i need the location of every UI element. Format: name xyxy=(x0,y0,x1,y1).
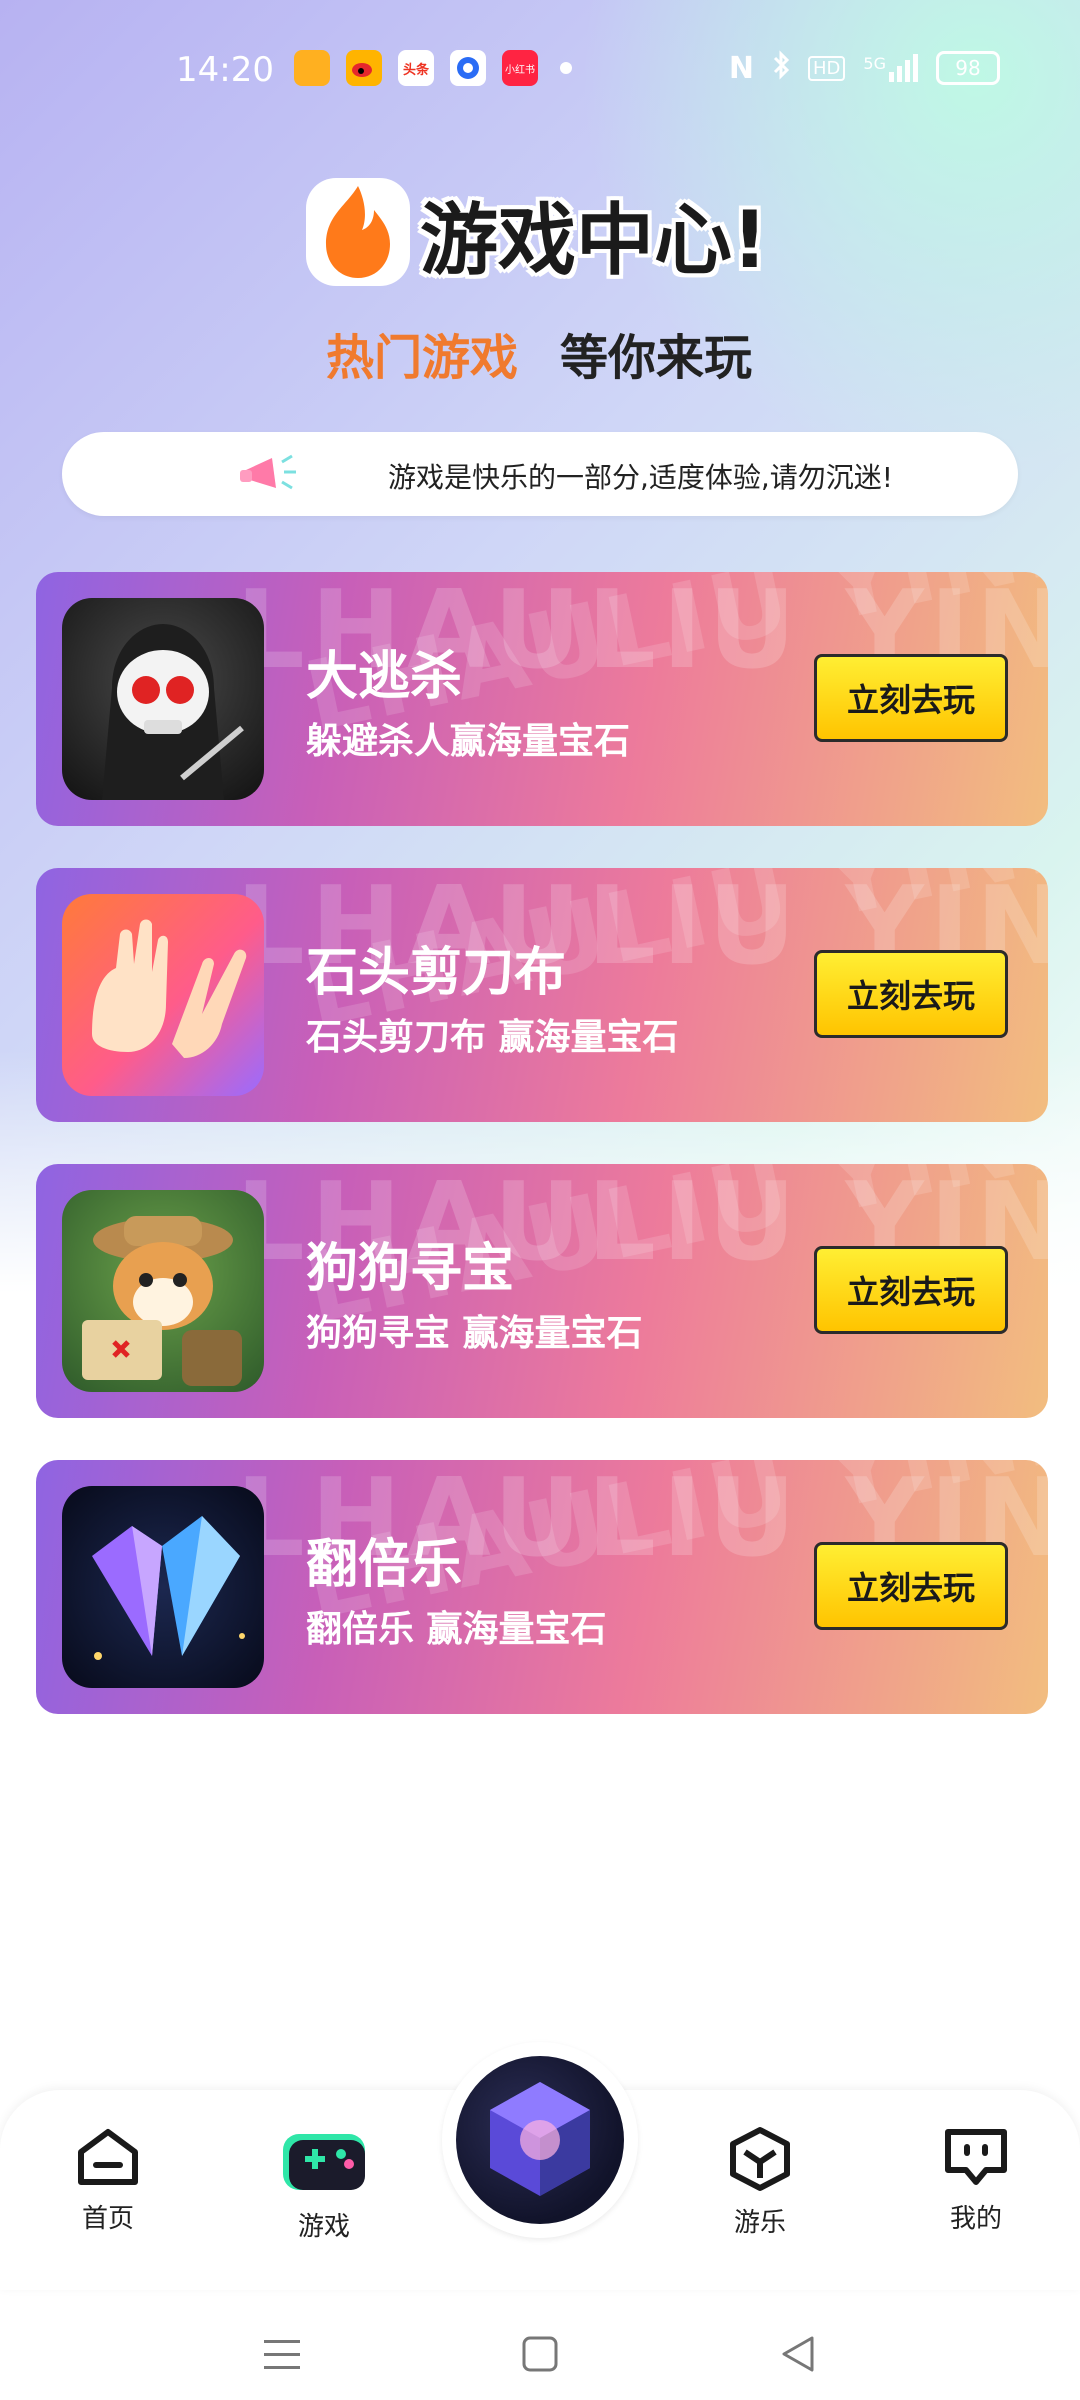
signal-5g-icon: 5G xyxy=(863,54,918,82)
game-title: 翻倍乐 xyxy=(306,1535,463,1595)
battery-indicator: 98 xyxy=(936,51,1000,85)
rock-paper-scissors-thumbnail xyxy=(62,894,264,1096)
notice-text: 游戏是快乐的一部分,适度体验,请勿沉迷! xyxy=(388,461,894,494)
double-up-thumbnail xyxy=(62,1486,264,1688)
more-notifications-dot xyxy=(560,62,572,74)
profile-icon xyxy=(945,2129,1007,2185)
home-icon xyxy=(78,2129,138,2185)
hd-icon: HD xyxy=(808,55,846,81)
game-description: 翻倍乐 赢海量宝石 xyxy=(306,1609,607,1650)
nav-fun[interactable]: 游乐 xyxy=(680,2126,840,2239)
nav-mine[interactable]: 我的 xyxy=(896,2126,1056,2235)
nav-games-label: 游戏 xyxy=(297,2212,350,2242)
megaphone-icon xyxy=(240,454,296,490)
gem-orb xyxy=(456,2056,624,2224)
nav-mine-label: 我的 xyxy=(949,2204,1002,2234)
dog-treasure-thumbnail xyxy=(62,1190,264,1392)
nav-fun-label: 游乐 xyxy=(733,2208,786,2238)
network-type: 5G xyxy=(863,54,886,73)
flame-logo-icon xyxy=(306,178,410,286)
subtitle-hot-games: 热门游戏 xyxy=(326,330,519,386)
cube-icon xyxy=(730,2127,790,2191)
game-title: 大逃杀 xyxy=(306,647,463,707)
game-card-rock-paper-scissors[interactable]: LHAULIU YINLI LHAULIU YINLI 石头剪刀布 石头剪刀布 … xyxy=(36,868,1048,1122)
game-card-double-up[interactable]: LHAULIU YINLI LHAULIU YINLI 翻倍乐 翻倍乐 赢海量宝… xyxy=(36,1460,1048,1714)
weibo-icon xyxy=(346,50,382,86)
play-now-button[interactable]: 立刻去玩 xyxy=(814,1542,1008,1630)
play-now-button[interactable]: 立刻去玩 xyxy=(814,654,1008,742)
home-square-icon[interactable] xyxy=(522,2334,558,2374)
game-card-dog-treasure[interactable]: LHAULIU YINLI LHAULIU YINLI 狗狗寻宝 狗狗寻宝 赢海… xyxy=(36,1164,1048,1418)
bluetooth-icon xyxy=(772,50,790,86)
hexagon-gem-icon xyxy=(490,2082,590,2196)
game-description: 狗狗寻宝 赢海量宝石 xyxy=(306,1313,643,1354)
game-card-battle-royale[interactable]: LHAULIU YINLI LHAULIU YINLI 大逃杀 躲避杀人赢海量宝… xyxy=(36,572,1048,826)
app-icon-orange xyxy=(294,50,330,86)
toutiao-icon: 头条 xyxy=(398,50,434,86)
battery-level: 98 xyxy=(955,56,981,80)
battle-royale-thumbnail xyxy=(62,598,264,800)
shiba-explorer-icon xyxy=(82,1216,242,1386)
xiaohongshu-icon: 小红书 xyxy=(502,50,538,86)
page-title: 游戏中心! xyxy=(420,196,768,286)
game-description: 躲避杀人赢海量宝石 xyxy=(306,721,631,762)
crystal-gems-icon xyxy=(92,1516,245,1660)
back-icon[interactable] xyxy=(780,2334,816,2374)
game-title: 狗狗寻宝 xyxy=(306,1239,515,1299)
nfc-icon: N xyxy=(728,50,755,86)
subtitle-waiting: 等你来玩 xyxy=(560,330,753,386)
gamepad-icon xyxy=(283,2134,365,2190)
play-now-button[interactable]: 立刻去玩 xyxy=(814,1246,1008,1334)
status-time: 14:20 xyxy=(176,50,274,90)
nav-home[interactable]: 首页 xyxy=(28,2126,188,2235)
center-gem-button[interactable] xyxy=(442,2042,638,2238)
nav-home-label: 首页 xyxy=(81,2204,134,2234)
game-title: 石头剪刀布 xyxy=(306,943,567,1003)
anti-addiction-notice: 游戏是快乐的一部分,适度体验,请勿沉迷! xyxy=(62,432,1018,516)
blue-circle-app-icon xyxy=(450,50,486,86)
skull-reaper-icon xyxy=(102,624,244,800)
menu-icon[interactable] xyxy=(264,2336,300,2372)
status-indicators: N HD 5G 98 xyxy=(729,50,1000,86)
status-bar: 14:20 头条 小红书 N HD 5G 98 xyxy=(0,0,1080,140)
system-navigation-bar xyxy=(0,2300,1080,2400)
nav-games[interactable]: 游戏 xyxy=(244,2126,404,2243)
play-now-button[interactable]: 立刻去玩 xyxy=(814,950,1008,1038)
game-description: 石头剪刀布 赢海量宝石 xyxy=(306,1017,679,1058)
hands-gesture-icon xyxy=(92,919,247,1058)
